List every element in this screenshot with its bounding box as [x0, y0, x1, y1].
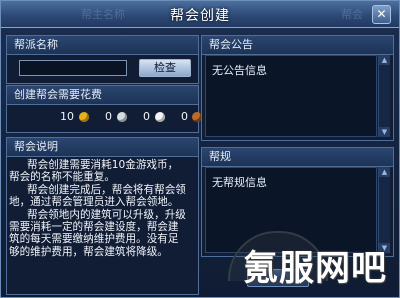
- guild-announcement-panel: 帮会公告 无公告信息 ▲ ▼: [201, 35, 394, 141]
- silver-coin-icon: [117, 112, 127, 122]
- white-amount: 0: [143, 110, 150, 123]
- guild-description-text: 帮会创建需要消耗10金游戏币，帮会的名称不能重复。 帮会创建完成后，帮会将有帮会…: [9, 159, 187, 258]
- gold-amount: 10: [60, 110, 74, 123]
- check-name-button[interactable]: 检查: [139, 59, 191, 77]
- guild-description-header: 帮会说明: [7, 138, 198, 157]
- announcement-header: 帮会公告: [202, 36, 393, 55]
- silver-amount: 0: [105, 110, 112, 123]
- rules-header: 帮规: [202, 148, 393, 167]
- guild-name-header: 帮派名称: [7, 36, 198, 55]
- watermark-text: 氪服网吧: [242, 249, 387, 289]
- guild-name-input[interactable]: [19, 60, 127, 76]
- announcement-scrollbar[interactable]: ▲ ▼: [378, 55, 390, 137]
- window-title: 帮会创建: [170, 8, 230, 24]
- scroll-up-icon[interactable]: ▲: [379, 55, 390, 65]
- title-bar[interactable]: 帮主名称 帮会 帮会创建 ✕: [1, 1, 399, 28]
- close-icon: ✕: [376, 7, 387, 21]
- description-paragraph: 帮会创建完成后，帮会将有帮会领地，通过帮会管理员进入帮会领地。: [9, 183, 186, 209]
- scroll-up-icon[interactable]: ▲: [379, 167, 390, 177]
- guild-create-window: 帮主名称 帮会 帮会创建 ✕ 帮派名称 检查 创建帮会需要花费 10 0 0 0…: [0, 0, 400, 298]
- announcement-text[interactable]: 无公告信息: [205, 55, 377, 137]
- gold-coin-icon: [79, 112, 89, 122]
- description-paragraph: 帮会创建需要消耗10金游戏币，帮会的名称不能重复。: [9, 159, 179, 184]
- copper-amount: 0: [181, 110, 188, 123]
- white-coin-icon: [155, 112, 165, 122]
- creation-cost-header: 创建帮会需要花费: [7, 86, 198, 105]
- close-button[interactable]: ✕: [372, 5, 391, 24]
- scroll-down-icon[interactable]: ▼: [379, 127, 390, 137]
- cost-row: 10 0 0 0: [14, 109, 202, 125]
- description-paragraph: 帮会领地内的建筑可以升级，升级需要消耗一定的帮会建设度，帮会建筑的每天需要缴纳维…: [9, 208, 186, 258]
